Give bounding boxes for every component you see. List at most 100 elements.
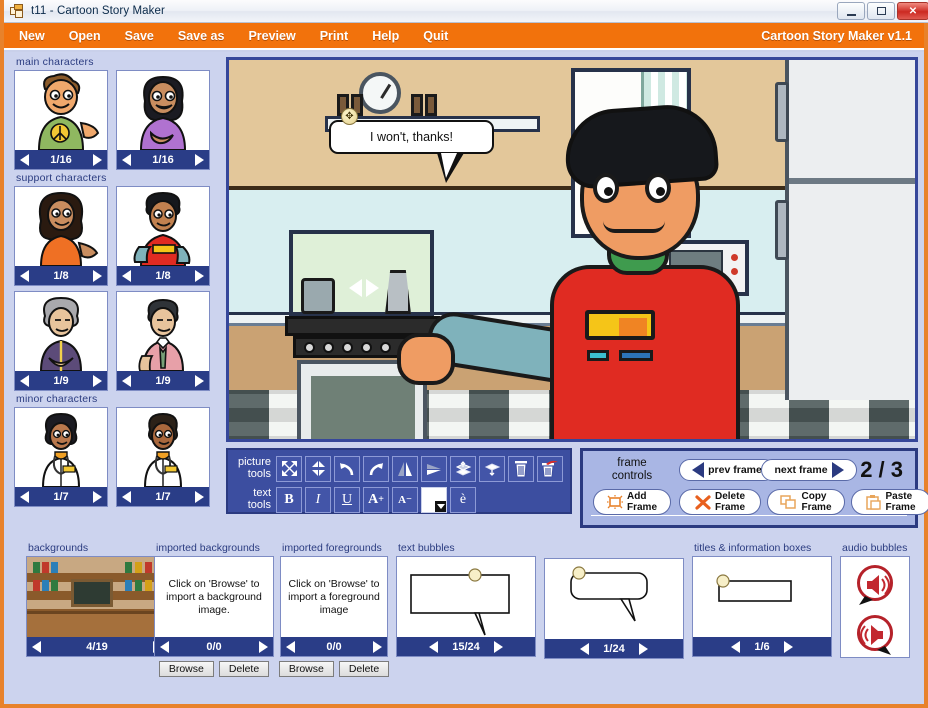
menu-preview[interactable]: Preview — [239, 27, 304, 45]
character-thumb[interactable]: 1/16 — [116, 70, 210, 170]
character-image-girl-purple — [117, 71, 209, 150]
text-color-picker[interactable] — [421, 486, 447, 513]
minimize-button[interactable] — [837, 2, 865, 20]
menu-print[interactable]: Print — [311, 27, 357, 45]
next-arrow-icon[interactable] — [194, 153, 204, 166]
prev-arrow-icon[interactable] — [20, 153, 29, 166]
picture-tools-label: picture tools — [237, 456, 271, 480]
move-handle-icon[interactable]: ✥ — [341, 108, 358, 125]
next-arrow-icon[interactable] — [194, 490, 204, 503]
next-arrow-icon[interactable] — [92, 374, 102, 387]
italic-icon[interactable]: I — [305, 486, 331, 513]
character-thumb[interactable]: 1/9 — [116, 291, 210, 391]
delete-item-icon[interactable] — [508, 455, 534, 482]
prev-arrow-icon[interactable] — [122, 153, 131, 166]
accent-character-icon[interactable]: è — [450, 486, 476, 513]
titles-info-card[interactable]: 1/6 — [692, 556, 832, 657]
next-arrow-icon[interactable] — [92, 490, 102, 503]
prev-arrow-icon[interactable] — [20, 269, 29, 282]
prev-arrow-icon[interactable] — [286, 640, 295, 653]
menu-help[interactable]: Help — [363, 27, 408, 45]
audio-bubble-right-icon[interactable] — [853, 563, 897, 607]
copy-frame-button[interactable]: Copy Frame — [767, 489, 845, 515]
text-bubble-preview-2 — [545, 559, 683, 639]
prev-arrow-icon[interactable] — [160, 640, 169, 653]
redo-icon[interactable] — [363, 455, 389, 482]
prev-arrow-icon[interactable] — [32, 640, 41, 653]
character-thumb[interactable]: 1/7 — [14, 407, 108, 507]
menu-open[interactable]: Open — [60, 27, 110, 45]
audio-bubbles-card[interactable] — [840, 556, 910, 658]
flip-vertical-icon[interactable] — [421, 455, 447, 482]
next-arrow-icon[interactable] — [638, 642, 648, 655]
prev-arrow-icon[interactable] — [122, 269, 131, 282]
comic-frame-canvas[interactable]: ✥ I won't, thanks! — [226, 57, 918, 442]
delete-background-button[interactable]: Delete — [218, 661, 270, 677]
maximize-button[interactable] — [867, 2, 895, 20]
delete-all-icon[interactable] — [537, 455, 563, 482]
close-button[interactable]: ✕ — [897, 2, 928, 20]
prev-arrow-icon[interactable] — [20, 374, 29, 387]
browse-background-button[interactable]: Browse — [158, 661, 214, 677]
window-title: t11 - Cartoon Story Maker — [31, 5, 165, 17]
enlarge-icon[interactable] — [276, 455, 302, 482]
underline-icon[interactable]: U — [334, 486, 360, 513]
send-to-back-icon[interactable] — [479, 455, 505, 482]
audio-bubble-left-icon[interactable] — [853, 613, 897, 657]
undo-icon[interactable] — [334, 455, 360, 482]
frame-controls-label: frame controls — [611, 457, 653, 482]
backgrounds-card[interactable]: 4/19 — [26, 556, 168, 657]
prev-arrow-icon[interactable] — [122, 490, 131, 503]
next-arrow-icon[interactable] — [194, 269, 204, 282]
shrink-icon[interactable] — [305, 455, 331, 482]
titles-info-label: titles & information boxes — [694, 542, 812, 554]
prev-arrow-icon[interactable] — [580, 642, 590, 655]
increase-font-size-icon[interactable]: A + — [363, 486, 389, 513]
character-thumb[interactable]: 1/16 — [14, 70, 108, 170]
paste-frame-button[interactable]: Paste Frame — [851, 489, 928, 515]
next-arrow-icon[interactable] — [92, 269, 102, 282]
audio-bubbles-panel: audio bubbles — [840, 542, 910, 658]
character-thumb[interactable]: 1/7 — [116, 407, 210, 507]
text-bubble-card-1[interactable]: 15/24 — [396, 556, 536, 657]
prev-arrow-icon[interactable] — [429, 640, 439, 653]
bold-icon[interactable]: B — [276, 486, 302, 513]
flip-horizontal-icon[interactable] — [392, 455, 418, 482]
browse-foreground-button[interactable]: Browse — [278, 661, 334, 677]
prev-arrow-icon[interactable] — [122, 374, 131, 387]
character-thumb[interactable]: 1/8 — [116, 186, 210, 286]
speech-bubble[interactable]: I won't, thanks! — [329, 120, 494, 183]
character-on-stage[interactable] — [397, 95, 755, 439]
decrease-font-size-icon[interactable]: A − — [392, 486, 418, 513]
prev-arrow-icon[interactable] — [731, 640, 741, 653]
next-arrow-icon[interactable] — [92, 153, 102, 166]
prev-arrow-icon[interactable] — [20, 490, 29, 503]
character-thumb[interactable]: 1/8 — [14, 186, 108, 286]
next-arrow-icon[interactable] — [194, 374, 204, 387]
imported-backgrounds-card[interactable]: Click on 'Browse' to import a background… — [154, 556, 274, 657]
menu-new[interactable]: New — [10, 27, 54, 45]
character-thumb[interactable]: 1/9 — [14, 291, 108, 391]
imported-foregrounds-card[interactable]: Click on 'Browse' to import a foreground… — [280, 556, 388, 657]
group-label-main-characters: main characters — [16, 56, 94, 68]
delete-foreground-button[interactable]: Delete — [338, 661, 390, 677]
panel-divider — [591, 515, 907, 516]
resize-handle-horizontal[interactable] — [337, 275, 391, 301]
next-arrow-icon[interactable] — [372, 640, 382, 653]
text-bubble-card-2[interactable]: 1/24 — [544, 558, 684, 659]
next-arrow-icon[interactable] — [493, 640, 503, 653]
refrigerator — [775, 60, 915, 400]
add-frame-button[interactable]: Add Frame — [593, 489, 671, 515]
bring-to-front-icon[interactable] — [450, 455, 476, 482]
menu-save-as[interactable]: Save as — [169, 27, 234, 45]
menu-save[interactable]: Save — [116, 27, 163, 45]
delete-frame-button[interactable]: Delete Frame — [679, 489, 761, 515]
character-image-male-doctor — [117, 408, 209, 487]
character-nav: 1/9 — [15, 371, 107, 390]
minor-characters-grid: 1/7 1/7 — [14, 407, 218, 507]
menu-quit[interactable]: Quit — [414, 27, 457, 45]
next-arrow-icon[interactable] — [258, 640, 268, 653]
background-thumbnail — [27, 557, 167, 637]
next-arrow-icon[interactable] — [783, 640, 793, 653]
next-frame-button[interactable]: next frame — [761, 459, 857, 481]
